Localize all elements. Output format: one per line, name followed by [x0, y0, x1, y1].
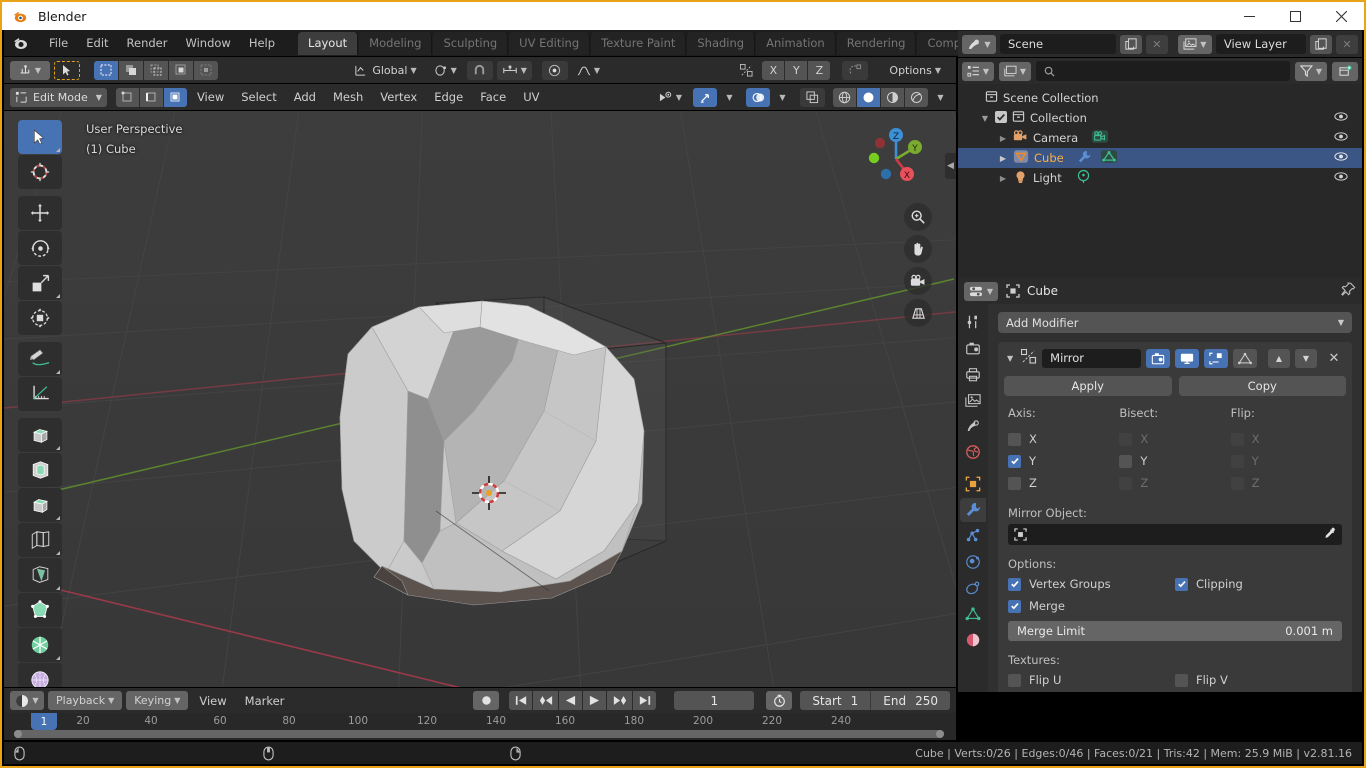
blender-window: Blender File Edit Render Window Help Lay… [0, 0, 1366, 768]
window-border [0, 0, 1366, 768]
